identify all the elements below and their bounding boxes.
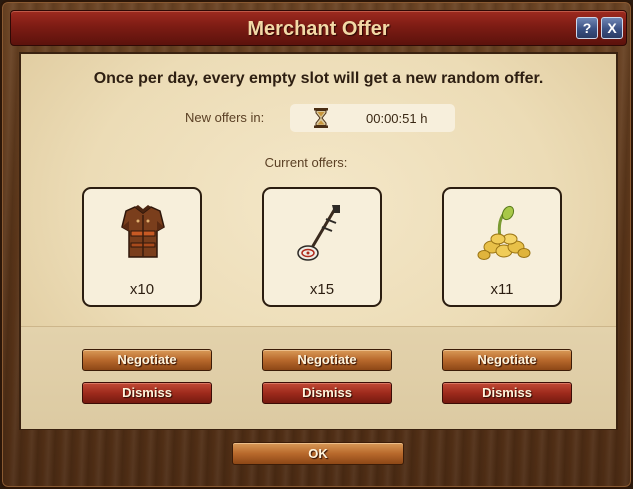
timer-label: New offers in:	[185, 110, 265, 125]
offer-description: Once per day, every empty slot will get …	[93, 70, 544, 87]
offer-quantity: x15	[309, 281, 335, 298]
close-button[interactable]: X	[601, 17, 623, 39]
dismiss-button-2[interactable]: Dismiss	[262, 382, 392, 404]
offer-slot-2[interactable]: x15	[262, 187, 382, 307]
title-bar: Merchant Offer ? X	[10, 10, 627, 46]
offer-slot-1[interactable]: x10	[82, 187, 202, 307]
offer-quantity: x11	[490, 281, 514, 298]
negotiate-button-3[interactable]: Negotiate	[442, 349, 572, 371]
ok-button[interactable]: OK	[232, 442, 404, 465]
timer-box: 00:00:51 h	[290, 104, 455, 132]
dismiss-button-3[interactable]: Dismiss	[442, 382, 572, 404]
timer-value: 00:00:51 h	[366, 111, 428, 126]
button-area	[21, 326, 616, 429]
dismiss-button-1[interactable]: Dismiss	[82, 382, 212, 404]
negotiate-button-1[interactable]: Negotiate	[82, 349, 212, 371]
dialog-title: Merchant Offer	[247, 18, 390, 40]
armor-icon	[121, 205, 165, 258]
current-offers-label: Current offers:	[264, 155, 348, 170]
gold-seeds-icon	[477, 205, 531, 260]
offer-panel: Once per day, every empty slot will get …	[19, 52, 618, 430]
merchant-offer-dialog: Merchant Offer ? X Once per day, every e…	[0, 0, 633, 489]
banjo-icon	[297, 205, 340, 261]
offer-quantity: x10	[129, 281, 155, 298]
hourglass-icon	[314, 108, 328, 128]
help-button[interactable]: ?	[576, 17, 598, 39]
offer-slot-3[interactable]: x11	[442, 187, 562, 307]
negotiate-button-2[interactable]: Negotiate	[262, 349, 392, 371]
